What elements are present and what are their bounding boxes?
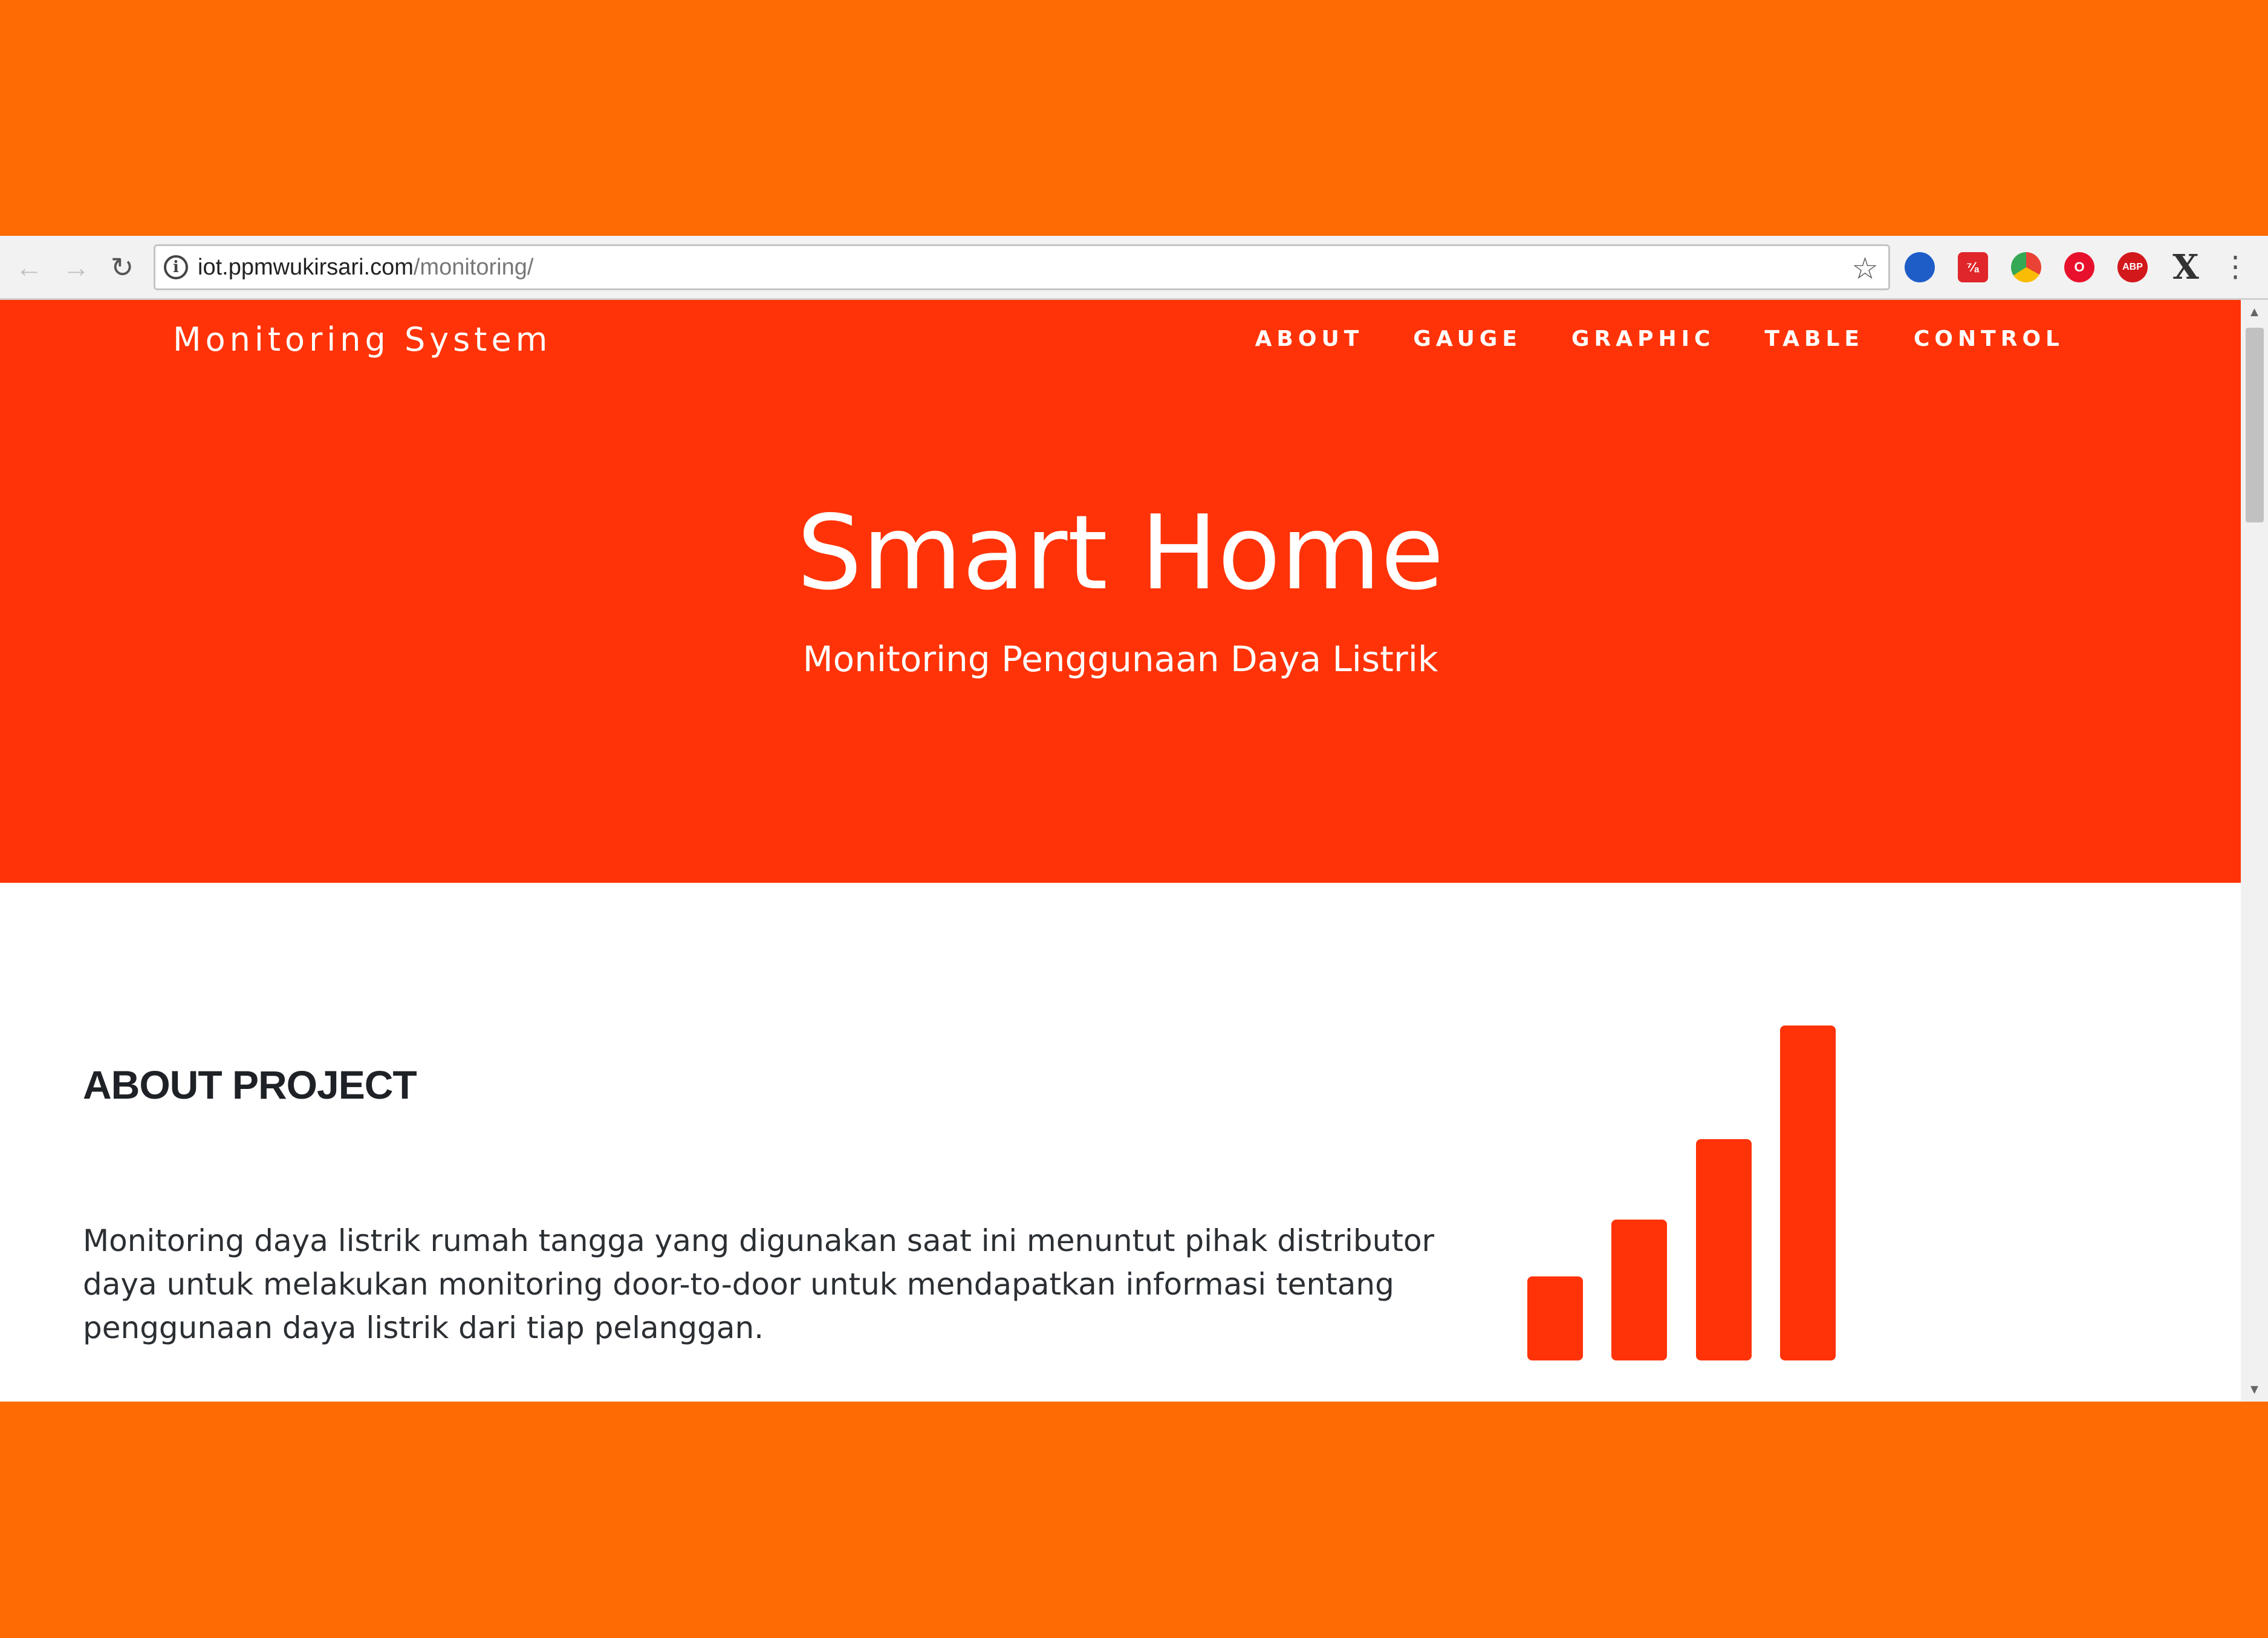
nav-about[interactable]: ABOUT <box>1255 327 1364 351</box>
about-text: Monitoring daya listrik rumah tangga yan… <box>83 1223 1435 1345</box>
forward-arrow-icon[interactable]: → <box>58 249 94 285</box>
reload-icon[interactable]: ↻ <box>104 249 140 285</box>
signal-bars-icon <box>1527 1025 1836 1360</box>
nav-table[interactable]: TABLE <box>1764 327 1864 351</box>
extension-icon-1[interactable] <box>1905 252 1935 282</box>
nav-control[interactable]: CONTROL <box>1914 327 2064 351</box>
extension-icon-2[interactable]: ⁷⁄ₐ <box>1958 252 1988 282</box>
scroll-up-arrow-icon[interactable]: ▲ <box>2241 300 2268 324</box>
url-path: /monitoring/ <box>413 254 534 280</box>
hero-subtitle: Monitoring Penggunaan Daya Listrik <box>802 639 1438 680</box>
bookmark-star-icon[interactable]: ☆ <box>1851 251 1879 286</box>
web-page: Monitoring System ABOUT GAUGE GRAPHIC TA… <box>0 300 2241 1402</box>
extension-x-icon[interactable]: X <box>2171 247 2201 287</box>
scroll-down-arrow-icon[interactable]: ▼ <box>2241 1377 2268 1402</box>
extension-icon-4[interactable]: O <box>2064 252 2094 282</box>
site-brand[interactable]: Monitoring System <box>173 320 551 359</box>
hero-section: Monitoring System ABOUT GAUGE GRAPHIC TA… <box>0 300 2241 883</box>
scroll-thumb[interactable] <box>2246 328 2264 522</box>
kebab-menu-icon[interactable]: ⋮ <box>2221 253 2250 282</box>
vertical-scrollbar[interactable]: ▲ ▼ <box>2241 300 2268 1402</box>
nav-graphic[interactable]: GRAPHIC <box>1571 327 1715 351</box>
extension-bar: ⁷⁄ₐ O ABP X <box>1905 247 2224 287</box>
browser-toolbar: ← → ↻ i iot.ppmwukirsari.com/monitoring/… <box>0 236 2268 300</box>
nav-gauge[interactable]: GAUGE <box>1413 327 1522 351</box>
signal-bar-2 <box>1611 1220 1668 1360</box>
extension-icon-3[interactable] <box>2011 252 2041 282</box>
address-bar[interactable]: i iot.ppmwukirsari.com/monitoring/ ☆ <box>154 244 1890 290</box>
url-host: iot.ppmwukirsari.com <box>198 254 414 280</box>
browser-window: ← → ↻ i iot.ppmwukirsari.com/monitoring/… <box>0 236 2268 1402</box>
url-text[interactable]: iot.ppmwukirsari.com/monitoring/ <box>198 255 533 281</box>
back-arrow-icon[interactable]: ← <box>11 249 47 285</box>
info-icon[interactable]: i <box>164 255 188 279</box>
signal-bar-4 <box>1780 1025 1836 1360</box>
signal-bar-3 <box>1695 1139 1752 1360</box>
signal-bar-1 <box>1527 1276 1583 1360</box>
adblock-icon[interactable]: ABP <box>2117 252 2148 282</box>
top-navigation: ABOUT GAUGE GRAPHIC TABLE CONTROL <box>1206 327 2064 351</box>
hero-title: Smart Home <box>796 493 1444 613</box>
about-title: ABOUT PROJECT <box>83 1062 417 1107</box>
